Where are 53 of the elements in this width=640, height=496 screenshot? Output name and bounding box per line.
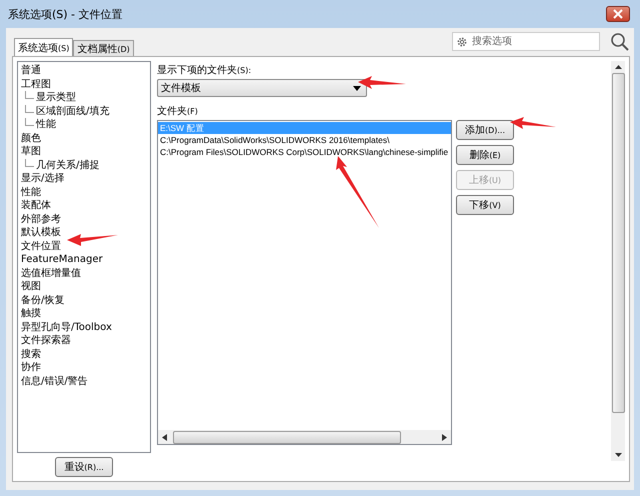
action-button[interactable]: 删除(E) — [456, 145, 514, 165]
folder-type-dropdown[interactable]: 文件模板 — [157, 79, 367, 97]
close-button[interactable] — [606, 6, 630, 22]
tree-item[interactable]: 文件探索器 — [21, 334, 147, 348]
tree-item[interactable]: 显示类型 — [36, 91, 76, 104]
tree-item[interactable]: 文件位置 — [21, 240, 147, 253]
tree-item[interactable]: 选值框增量值 — [21, 266, 147, 280]
tree-item[interactable]: 颜色 — [21, 132, 147, 145]
tree-item[interactable]: 默认模板 — [21, 226, 147, 240]
tree-item[interactable]: 协作 — [21, 361, 147, 374]
annotation-arrow — [67, 234, 118, 246]
folder-path[interactable]: C:\Program Files\SOLIDWORKS Corp\SOLIDWORKS\lang\chinese-simplifie — [158, 146, 451, 158]
tree-item[interactable]: 普通 — [21, 64, 147, 78]
scroll-thumb[interactable] — [173, 430, 401, 444]
reset-button[interactable]: 重设(R)... — [55, 457, 113, 477]
right-arrow-icon[interactable] — [442, 434, 447, 440]
tree-item[interactable]: 备份/恢复 — [21, 294, 147, 307]
tree-item[interactable]: 视图 — [21, 280, 147, 294]
field-label: 文件夹(F) — [157, 104, 199, 118]
action-button[interactable]: 下移(V) — [456, 195, 514, 215]
tree-item[interactable]: 几何关系/捕捉 — [36, 158, 100, 172]
tree-item[interactable]: 性能 — [21, 186, 147, 199]
down-arrow-icon[interactable] — [614, 453, 622, 457]
tree-item[interactable]: 草图 — [21, 145, 147, 158]
tree-item[interactable]: 工程图 — [21, 78, 147, 91]
window-title: 系统选项(S) - 文件位置 — [8, 6, 123, 22]
up-arrow-icon[interactable] — [614, 65, 622, 69]
tree-item[interactable]: 异型孔向导/Toolbox — [21, 320, 147, 334]
caret-icon — [353, 86, 361, 90]
tree-item[interactable]: 触摸 — [21, 307, 147, 320]
close-icon — [613, 9, 623, 19]
tab[interactable]: 系统选项(S) — [14, 38, 74, 56]
tree-item[interactable]: 信息/错误/警告 — [21, 374, 147, 388]
field-label: 显示下项的文件夹(S): — [157, 64, 252, 77]
tree-item[interactable]: 显示/选择 — [21, 172, 147, 186]
vertical-scrollbar[interactable] — [611, 61, 625, 461]
tab[interactable]: 文档属性(D) — [73, 40, 134, 56]
annotation-arrow — [336, 156, 379, 228]
scroll-thumb[interactable] — [612, 73, 624, 413]
tree-item[interactable]: 外部参考 — [21, 212, 147, 226]
action-button[interactable]: 添加(D)... — [456, 120, 514, 140]
horizontal-scrollbar[interactable] — [158, 430, 451, 444]
tree-item[interactable]: FeatureManager — [21, 253, 147, 266]
tree-item[interactable]: 区域剖面线/填充 — [36, 104, 110, 118]
tree-item[interactable]: 装配体 — [21, 199, 147, 212]
annotation-arrow — [510, 117, 556, 129]
search-field[interactable]: 搜索选项 — [452, 32, 600, 51]
search-icon[interactable] — [610, 32, 630, 52]
folder-path[interactable]: C:\ProgramData\SolidWorks\SOLIDWORKS 2016\templates\ — [158, 134, 451, 146]
left-arrow-icon[interactable] — [162, 434, 167, 440]
tree-item[interactable]: 搜索 — [21, 348, 147, 361]
tree-item[interactable]: 性能 — [36, 118, 56, 132]
annotation-arrow — [358, 76, 406, 89]
